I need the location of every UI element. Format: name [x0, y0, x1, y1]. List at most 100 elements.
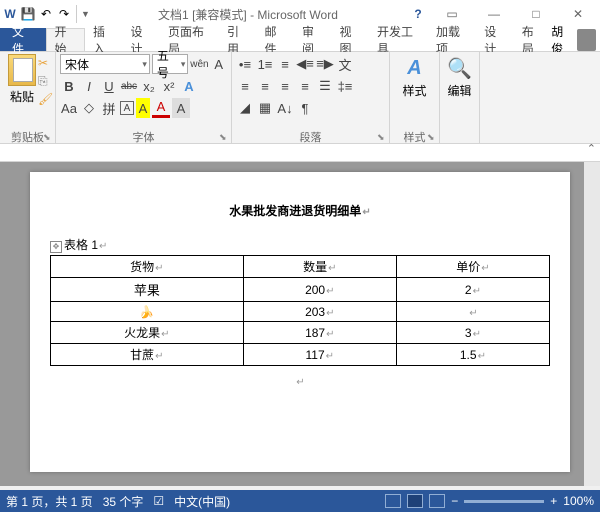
redo-icon[interactable]: ↷	[56, 6, 72, 22]
zoom-level[interactable]: 100%	[563, 494, 594, 508]
line-spacing-button[interactable]: ‡≡	[336, 76, 354, 96]
group-clipboard: 粘贴 ✂ ⎘ 🖌 剪贴板 ⬊	[0, 52, 56, 143]
subscript-button[interactable]: x₂	[140, 76, 158, 96]
table-caption[interactable]: ✥表格 1↵	[50, 236, 550, 253]
increase-indent-button[interactable]: ≡▶	[316, 54, 334, 74]
font-size-select[interactable]: 五号	[152, 54, 189, 74]
group-font: 宋体 五号 wên A B I U abc x₂ x² A Aa ◇ 拼 A A…	[56, 52, 232, 143]
justify-button[interactable]: ≡	[296, 76, 314, 96]
save-icon[interactable]: 💾	[20, 6, 36, 22]
tab-table-layout[interactable]: 布局	[514, 28, 552, 51]
align-center-button[interactable]: ≡	[256, 76, 274, 96]
collapse-ribbon-icon[interactable]: ⌃	[587, 142, 596, 155]
data-table[interactable]: 货物↵ 数量↵ 单价↵ 苹果200↵2↵ 🍌203↵↵ 火龙果↵187↵3↵ 甘…	[50, 255, 550, 366]
char-border-button[interactable]: A	[120, 101, 134, 115]
shading-button[interactable]: ◢	[236, 98, 254, 118]
horizontal-ruler[interactable]	[0, 144, 600, 162]
table-row[interactable]: 甘蔗↵117↵1.5↵	[51, 344, 550, 366]
paste-icon	[8, 54, 36, 86]
borders-button[interactable]: ▦	[256, 98, 274, 118]
styles-launcher-icon[interactable]: ⬊	[427, 132, 437, 142]
clipboard-launcher-icon[interactable]: ⬊	[43, 132, 53, 142]
highlight-button[interactable]: A	[136, 98, 150, 118]
tab-review[interactable]: 审阅	[294, 28, 332, 51]
underline-button[interactable]: U	[100, 76, 118, 96]
asian-layout-button[interactable]: 文	[336, 54, 354, 74]
qat-customize-icon[interactable]: ▼	[81, 9, 90, 19]
group-label-font: 字体	[56, 129, 231, 143]
phonetic-button[interactable]: 拼	[100, 98, 118, 118]
find-icon[interactable]: 🔍	[446, 54, 474, 82]
zoom-out-button[interactable]: −	[451, 494, 458, 508]
font-color-button[interactable]: A	[152, 98, 170, 118]
text-effects-button[interactable]: A	[180, 76, 198, 96]
sort-button[interactable]: A↓	[276, 98, 294, 118]
bullets-button[interactable]: •≡	[236, 54, 254, 74]
page-status[interactable]: 第 1 页，共 1 页	[6, 493, 93, 510]
tab-design[interactable]: 设计	[123, 28, 161, 51]
header-cell[interactable]: 数量↵	[243, 256, 396, 278]
strike-button[interactable]: abc	[120, 76, 138, 96]
word-count[interactable]: 35 个字	[103, 493, 144, 510]
styles-button[interactable]: 样式	[402, 82, 426, 99]
decrease-indent-button[interactable]: ◀≡	[296, 54, 314, 74]
tab-home[interactable]: 开始	[46, 28, 86, 51]
copy-icon[interactable]: ⎘	[38, 74, 52, 88]
document-area[interactable]: 水果批发商进退货明细单↵ ✥表格 1↵ 货物↵ 数量↵ 单价↵ 苹果200↵2↵…	[0, 162, 600, 486]
styles-icon[interactable]: A	[401, 54, 429, 82]
paste-button[interactable]: 粘贴	[4, 54, 40, 105]
format-painter-icon[interactable]: 🖌	[38, 92, 52, 106]
spell-check-icon[interactable]: ☑	[153, 494, 164, 508]
window-title: 文档1 [兼容模式] - Microsoft Word	[92, 6, 404, 23]
language-status[interactable]: 中文(中国)	[174, 493, 230, 510]
empty-paragraph[interactable]: ↵	[50, 374, 550, 388]
tab-mailings[interactable]: 邮件	[256, 28, 294, 51]
bold-button[interactable]: B	[60, 76, 78, 96]
edit-button[interactable]: 编辑	[447, 82, 471, 99]
tab-addins[interactable]: 加载项	[428, 28, 476, 51]
table-row[interactable]: 🍌203↵↵	[51, 302, 550, 322]
ribbon: 粘贴 ✂ ⎘ 🖌 剪贴板 ⬊ 宋体 五号 wên A B I U abc x₂ …	[0, 52, 600, 144]
web-layout-button[interactable]	[429, 494, 445, 508]
undo-icon[interactable]: ↶	[38, 6, 54, 22]
document-title[interactable]: 水果批发商进退货明细单↵	[50, 202, 550, 220]
read-mode-button[interactable]	[385, 494, 401, 508]
align-left-button[interactable]: ≡	[236, 76, 254, 96]
print-layout-button[interactable]	[407, 494, 423, 508]
table-anchor-icon[interactable]: ✥	[50, 241, 62, 253]
cut-icon[interactable]: ✂	[38, 56, 52, 70]
header-cell[interactable]: 单价↵	[396, 256, 549, 278]
align-right-button[interactable]: ≡	[276, 76, 294, 96]
tab-references[interactable]: 引用	[219, 28, 257, 51]
vertical-scrollbar[interactable]	[584, 162, 600, 486]
tab-table-design[interactable]: 设计	[476, 28, 514, 51]
para-launcher-icon[interactable]: ⬊	[377, 132, 387, 142]
page: 水果批发商进退货明细单↵ ✥表格 1↵ 货物↵ 数量↵ 单价↵ 苹果200↵2↵…	[30, 172, 570, 472]
zoom-in-button[interactable]: +	[550, 494, 557, 508]
tab-view[interactable]: 视图	[331, 28, 369, 51]
multilevel-button[interactable]: ≡	[276, 54, 294, 74]
show-marks-button[interactable]: ¶	[296, 98, 314, 118]
user-avatar[interactable]	[577, 29, 597, 51]
group-styles: A 样式 样式 ⬊	[390, 52, 440, 143]
help-icon[interactable]: ?	[406, 7, 430, 21]
tab-insert[interactable]: 插入	[85, 28, 123, 51]
shrink-font-button[interactable]: A	[210, 54, 227, 74]
tab-developer[interactable]: 开发工具	[369, 28, 428, 51]
clear-format-button[interactable]: ◇	[80, 98, 98, 118]
font-name-select[interactable]: 宋体	[60, 54, 150, 74]
char-shading-button[interactable]: A	[172, 98, 190, 118]
table-row[interactable]: 火龙果↵187↵3↵	[51, 322, 550, 344]
grow-font-button[interactable]: wên	[190, 54, 208, 74]
font-launcher-icon[interactable]: ⬊	[219, 132, 229, 142]
zoom-slider[interactable]	[464, 500, 544, 503]
italic-button[interactable]: I	[80, 76, 98, 96]
table-header-row[interactable]: 货物↵ 数量↵ 单价↵	[51, 256, 550, 278]
numbering-button[interactable]: 1≡	[256, 54, 274, 74]
header-cell[interactable]: 货物↵	[51, 256, 244, 278]
change-case-button[interactable]: Aa	[60, 98, 78, 118]
word-icon: W	[2, 6, 18, 22]
tab-file[interactable]: 文件	[0, 28, 46, 51]
table-row[interactable]: 苹果200↵2↵	[51, 278, 550, 302]
distributed-button[interactable]: ☰	[316, 76, 334, 96]
